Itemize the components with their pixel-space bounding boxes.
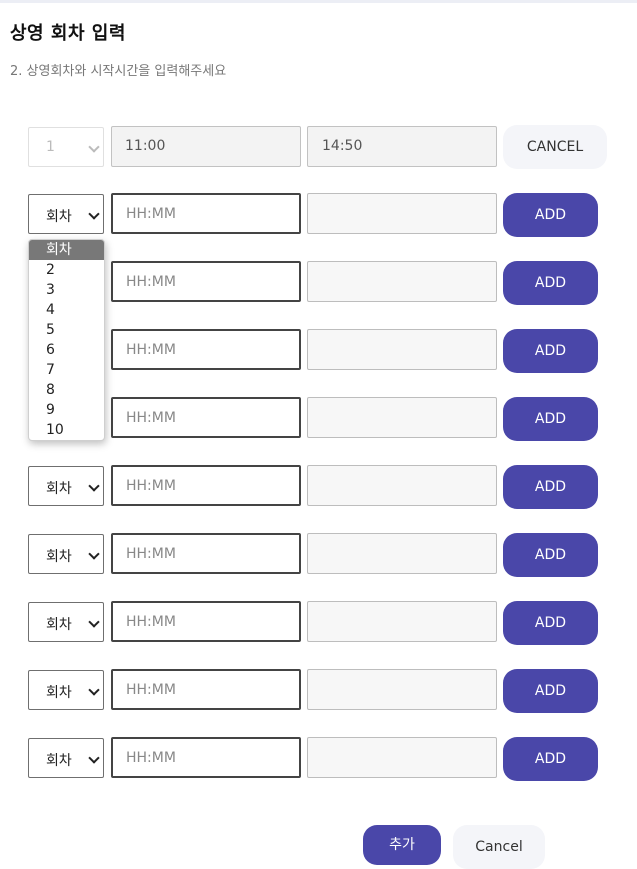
start-time-input[interactable]: HH:MM <box>111 669 301 710</box>
round-select[interactable]: 회차 <box>28 738 104 778</box>
start-time-placeholder: HH:MM <box>126 206 176 222</box>
chevron-down-icon <box>88 480 100 492</box>
end-time-value: 14:50 <box>322 138 363 154</box>
round-select[interactable]: 회차 <box>28 602 104 642</box>
start-time-input[interactable]: HH:MM <box>111 601 301 642</box>
end-time-field <box>307 533 497 574</box>
screening-row: 회차 HH:MM ADD <box>0 465 637 509</box>
cancel-button[interactable]: Cancel <box>453 825 545 869</box>
round-select-value: 회차 <box>46 685 72 701</box>
round-select-disabled: 1 <box>28 127 104 167</box>
dropdown-option[interactable]: 7 <box>29 360 104 380</box>
round-select-value: 회차 <box>46 209 72 225</box>
start-time-placeholder: HH:MM <box>126 750 176 766</box>
end-time-field <box>307 193 497 234</box>
add-button[interactable]: ADD <box>503 601 598 645</box>
start-time-placeholder: HH:MM <box>126 478 176 494</box>
screening-row: 회차 HH:MM ADD <box>0 601 637 645</box>
cancel-row-button[interactable]: CANCEL <box>503 125 607 169</box>
dropdown-option[interactable]: 8 <box>29 380 104 400</box>
screening-row: 회차 HH:MM ADD <box>0 669 637 713</box>
dropdown-option[interactable]: 회차 <box>29 240 104 260</box>
end-time-field <box>307 261 497 302</box>
round-select-value: 회차 <box>46 617 72 633</box>
start-time-value: 11:00 <box>125 138 166 154</box>
dropdown-option[interactable]: 3 <box>29 280 104 300</box>
start-time-field[interactable]: 11:00 <box>111 126 301 167</box>
dropdown-option[interactable]: 10 <box>29 420 104 440</box>
page-subtitle: 2. 상영회차와 시작시간을 입력해주세요 <box>10 64 227 79</box>
start-time-placeholder: HH:MM <box>126 274 176 290</box>
end-time-field <box>307 737 497 778</box>
start-time-placeholder: HH:MM <box>126 410 176 426</box>
add-button[interactable]: ADD <box>503 737 598 781</box>
add-button[interactable]: ADD <box>503 533 598 577</box>
chevron-down-icon <box>88 616 100 628</box>
start-time-placeholder: HH:MM <box>126 614 176 630</box>
dropdown-option[interactable]: 4 <box>29 300 104 320</box>
start-time-placeholder: HH:MM <box>126 682 176 698</box>
start-time-input[interactable]: HH:MM <box>111 465 301 506</box>
chevron-down-icon <box>88 141 100 153</box>
end-time-field: 14:50 <box>307 126 497 167</box>
round-dropdown-list: 회차 2 3 4 5 6 7 8 9 10 <box>28 239 105 441</box>
start-time-input[interactable]: HH:MM <box>111 329 301 370</box>
end-time-field <box>307 465 497 506</box>
end-time-field <box>307 397 497 438</box>
top-bar <box>0 0 637 3</box>
filled-screening-row: 1 11:00 14:50 CANCEL <box>0 125 637 170</box>
round-select[interactable]: 회차 <box>28 194 104 234</box>
round-select[interactable]: 회차 <box>28 670 104 710</box>
round-select[interactable]: 회차 <box>28 466 104 506</box>
start-time-placeholder: HH:MM <box>126 342 176 358</box>
add-button[interactable]: ADD <box>503 465 598 509</box>
page-title: 상영 회차 입력 <box>10 23 126 44</box>
chevron-down-icon <box>88 548 100 560</box>
dropdown-option[interactable]: 5 <box>29 320 104 340</box>
round-select-value: 회차 <box>46 549 72 565</box>
add-button[interactable]: ADD <box>503 397 598 441</box>
dropdown-option[interactable]: 9 <box>29 400 104 420</box>
screening-row: 회차 HH:MM ADD <box>0 193 637 237</box>
start-time-input[interactable]: HH:MM <box>111 533 301 574</box>
add-button[interactable]: ADD <box>503 193 598 237</box>
dropdown-option[interactable]: 2 <box>29 260 104 280</box>
add-button[interactable]: ADD <box>503 669 598 713</box>
end-time-field <box>307 669 497 710</box>
round-select-value: 회차 <box>46 753 72 769</box>
chevron-down-icon <box>88 752 100 764</box>
round-select-value: 1 <box>46 139 55 155</box>
dropdown-option[interactable]: 6 <box>29 340 104 360</box>
screening-row: 회차 HH:MM ADD <box>0 533 637 577</box>
chevron-down-icon <box>88 208 100 220</box>
chevron-down-icon <box>88 684 100 696</box>
start-time-input[interactable]: HH:MM <box>111 397 301 438</box>
end-time-field <box>307 601 497 642</box>
start-time-placeholder: HH:MM <box>126 546 176 562</box>
start-time-input[interactable]: HH:MM <box>111 261 301 302</box>
end-time-field <box>307 329 497 370</box>
screening-row: 회차 HH:MM ADD <box>0 737 637 781</box>
round-select[interactable]: 회차 <box>28 534 104 574</box>
submit-button[interactable]: 추가 <box>363 825 441 865</box>
add-button[interactable]: ADD <box>503 261 598 305</box>
start-time-input[interactable]: HH:MM <box>111 737 301 778</box>
add-button[interactable]: ADD <box>503 329 598 373</box>
start-time-input[interactable]: HH:MM <box>111 193 301 234</box>
round-select-value: 회차 <box>46 481 72 497</box>
